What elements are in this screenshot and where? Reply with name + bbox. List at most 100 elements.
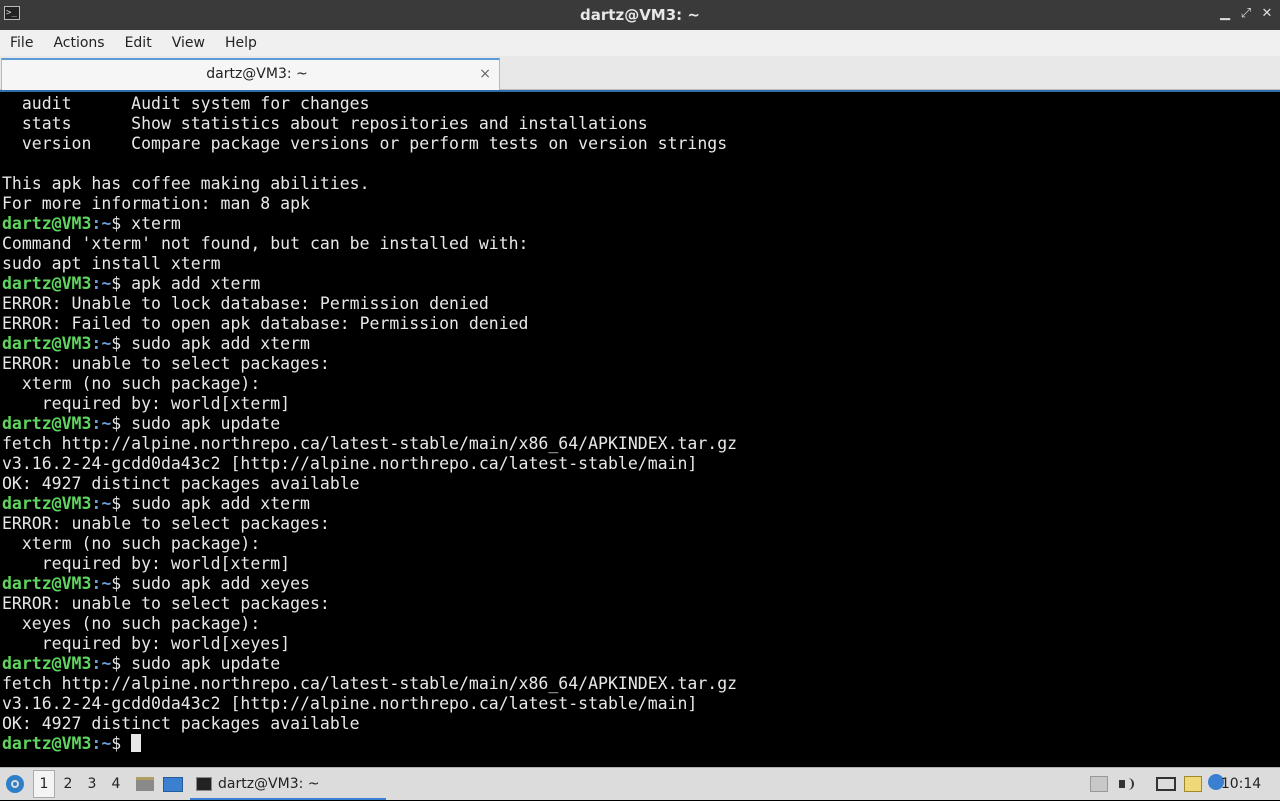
- prompt-symbol: $: [111, 654, 132, 673]
- terminal-input-line: dartz@VM3:~$: [2, 734, 1280, 754]
- prompt-path: :~: [91, 734, 112, 753]
- terminal-output-line: This apk has coffee making abilities.: [2, 174, 370, 193]
- prompt-path: :~: [91, 274, 112, 293]
- prompt-path: :~: [91, 654, 112, 673]
- command-text: sudo apk add xterm: [131, 494, 310, 513]
- terminal-output-line: v3.16.2-24-gcdd0da43c2 [http://alpine.no…: [2, 694, 698, 713]
- terminal-output-line: version Compare package versions or perf…: [2, 134, 728, 153]
- workspace-4[interactable]: 4: [105, 768, 127, 801]
- tab-bar: dartz@VM3: ~ ×: [0, 56, 1280, 90]
- prompt-user-host: dartz@VM3: [2, 574, 92, 593]
- terminal-output-line: ERROR: unable to select packages:: [2, 514, 330, 533]
- menu-file[interactable]: File: [0, 30, 43, 56]
- terminal-output-line: xterm (no such package):: [2, 374, 261, 393]
- terminal-output-line: ERROR: Unable to lock database: Permissi…: [2, 294, 489, 313]
- terminal-output-line: sudo apt install xterm: [2, 254, 221, 273]
- workspace-2[interactable]: 2: [57, 768, 79, 801]
- workspace-3[interactable]: 3: [81, 768, 103, 801]
- terminal-output-line: audit Audit system for changes: [2, 94, 370, 113]
- terminal-output-line: For more information: man 8 apk: [2, 194, 310, 213]
- terminal-command-line: dartz@VM3:~$ sudo apk add xeyes: [2, 574, 1280, 594]
- close-button[interactable]: ✕: [1258, 5, 1276, 23]
- terminal-command-line: dartz@VM3:~$ sudo apk update: [2, 654, 1280, 674]
- command-text: apk add xterm: [131, 274, 261, 293]
- terminal-output-line: Command 'xterm' not found, but can be in…: [2, 234, 529, 253]
- sound-wave-shape: [1126, 778, 1134, 790]
- prompt-symbol: $: [111, 574, 132, 593]
- command-text: sudo apk add xterm: [131, 334, 310, 353]
- terminal-output-line: stats Show statistics about repositories…: [2, 114, 648, 133]
- terminal-output-line: fetch http://alpine.northrepo.ca/latest-…: [2, 434, 738, 453]
- text-cursor[interactable]: [131, 734, 142, 752]
- terminal-output-line: required by: world[xterm]: [2, 394, 291, 413]
- taskbar: 1 2 3 4 dartz@VM3: ~ 10:14: [0, 767, 1280, 800]
- network-icon[interactable]: [1156, 777, 1176, 791]
- prompt-symbol: $: [111, 414, 132, 433]
- terminal-output-line: xeyes (no such package):: [2, 614, 261, 633]
- terminal-output-line: OK: 4927 distinct packages available: [2, 714, 360, 733]
- workspace-1[interactable]: 1: [33, 770, 55, 798]
- terminal-command-line: dartz@VM3:~$ sudo apk add xterm: [2, 494, 1280, 514]
- command-text: sudo apk add xeyes: [131, 574, 310, 593]
- volume-icon[interactable]: [1118, 776, 1136, 792]
- tray-expand-icon[interactable]: [1090, 776, 1108, 792]
- terminal-view[interactable]: audit Audit system for changes stats Sho…: [0, 90, 1280, 767]
- prompt-user-host: dartz@VM3: [2, 654, 92, 673]
- prompt-symbol: $: [111, 734, 132, 753]
- prompt-symbol: $: [111, 214, 132, 233]
- menu-help[interactable]: Help: [215, 30, 267, 56]
- terminal-output-line: ERROR: Failed to open apk database: Perm…: [2, 314, 529, 333]
- clock[interactable]: 10:14: [1216, 768, 1266, 801]
- menu-bar: File Actions Edit View Help: [0, 30, 1280, 56]
- prompt-path: :~: [91, 334, 112, 353]
- terminal-output-line: ERROR: unable to select packages:: [2, 594, 330, 613]
- terminal-icon: [196, 777, 212, 791]
- command-text: xterm: [131, 214, 181, 233]
- terminal-command-line: dartz@VM3:~$ sudo apk add xterm: [2, 334, 1280, 354]
- minimize-button[interactable]: ▁: [1216, 5, 1234, 23]
- terminal-output-line: required by: world[xterm]: [2, 554, 291, 573]
- terminal-output-line: required by: world[xeyes]: [2, 634, 291, 653]
- clipboard-icon[interactable]: [1184, 776, 1202, 792]
- menu-edit[interactable]: Edit: [115, 30, 162, 56]
- show-desktop-icon[interactable]: [163, 777, 183, 792]
- tab-label: dartz@VM3: ~: [206, 66, 308, 82]
- prompt-symbol: $: [111, 274, 132, 293]
- terminal-command-line: dartz@VM3:~$ xterm: [2, 214, 1280, 234]
- terminal-output: audit Audit system for changes stats Sho…: [0, 92, 1280, 754]
- speaker-shape: [1119, 780, 1125, 788]
- terminal-command-line: dartz@VM3:~$ sudo apk update: [2, 414, 1280, 434]
- prompt-symbol: $: [111, 334, 132, 353]
- tab-terminal[interactable]: dartz@VM3: ~ ×: [1, 58, 500, 90]
- prompt-user-host: dartz@VM3: [2, 494, 92, 513]
- prompt-user-host: dartz@VM3: [2, 274, 92, 293]
- taskbar-window-label: dartz@VM3: ~: [218, 776, 320, 792]
- prompt-path: :~: [91, 574, 112, 593]
- prompt-user-host: dartz@VM3: [2, 734, 92, 753]
- terminal-output-line: v3.16.2-24-gcdd0da43c2 [http://alpine.no…: [2, 454, 698, 473]
- terminal-output-line: xterm (no such package):: [2, 534, 261, 553]
- terminal-output-line: OK: 4927 distinct packages available: [2, 474, 360, 493]
- start-menu-icon[interactable]: [6, 775, 24, 793]
- terminal-output-line: fetch http://alpine.northrepo.ca/latest-…: [2, 674, 738, 693]
- file-manager-icon[interactable]: [136, 777, 154, 791]
- menu-view[interactable]: View: [162, 30, 215, 56]
- command-text: sudo apk update: [131, 414, 281, 433]
- window-title: dartz@VM3: ~: [580, 6, 700, 24]
- maximize-button[interactable]: ⤢: [1237, 5, 1255, 23]
- menu-actions[interactable]: Actions: [43, 30, 114, 56]
- prompt-user-host: dartz@VM3: [2, 414, 92, 433]
- prompt-symbol: $: [111, 494, 132, 513]
- prompt-path: :~: [91, 494, 112, 513]
- tab-close-icon[interactable]: ×: [479, 64, 491, 84]
- terminal-output-line: ERROR: unable to select packages:: [2, 354, 330, 373]
- prompt-user-host: dartz@VM3: [2, 334, 92, 353]
- prompt-path: :~: [91, 414, 112, 433]
- prompt-user-host: dartz@VM3: [2, 214, 92, 233]
- command-text: sudo apk update: [131, 654, 281, 673]
- taskbar-window-button[interactable]: dartz@VM3: ~: [190, 770, 386, 800]
- terminal-command-line: dartz@VM3:~$ apk add xterm: [2, 274, 1280, 294]
- title-bar: >_ dartz@VM3: ~ ▁ ⤢ ✕: [0, 0, 1280, 30]
- prompt-path: :~: [91, 214, 112, 233]
